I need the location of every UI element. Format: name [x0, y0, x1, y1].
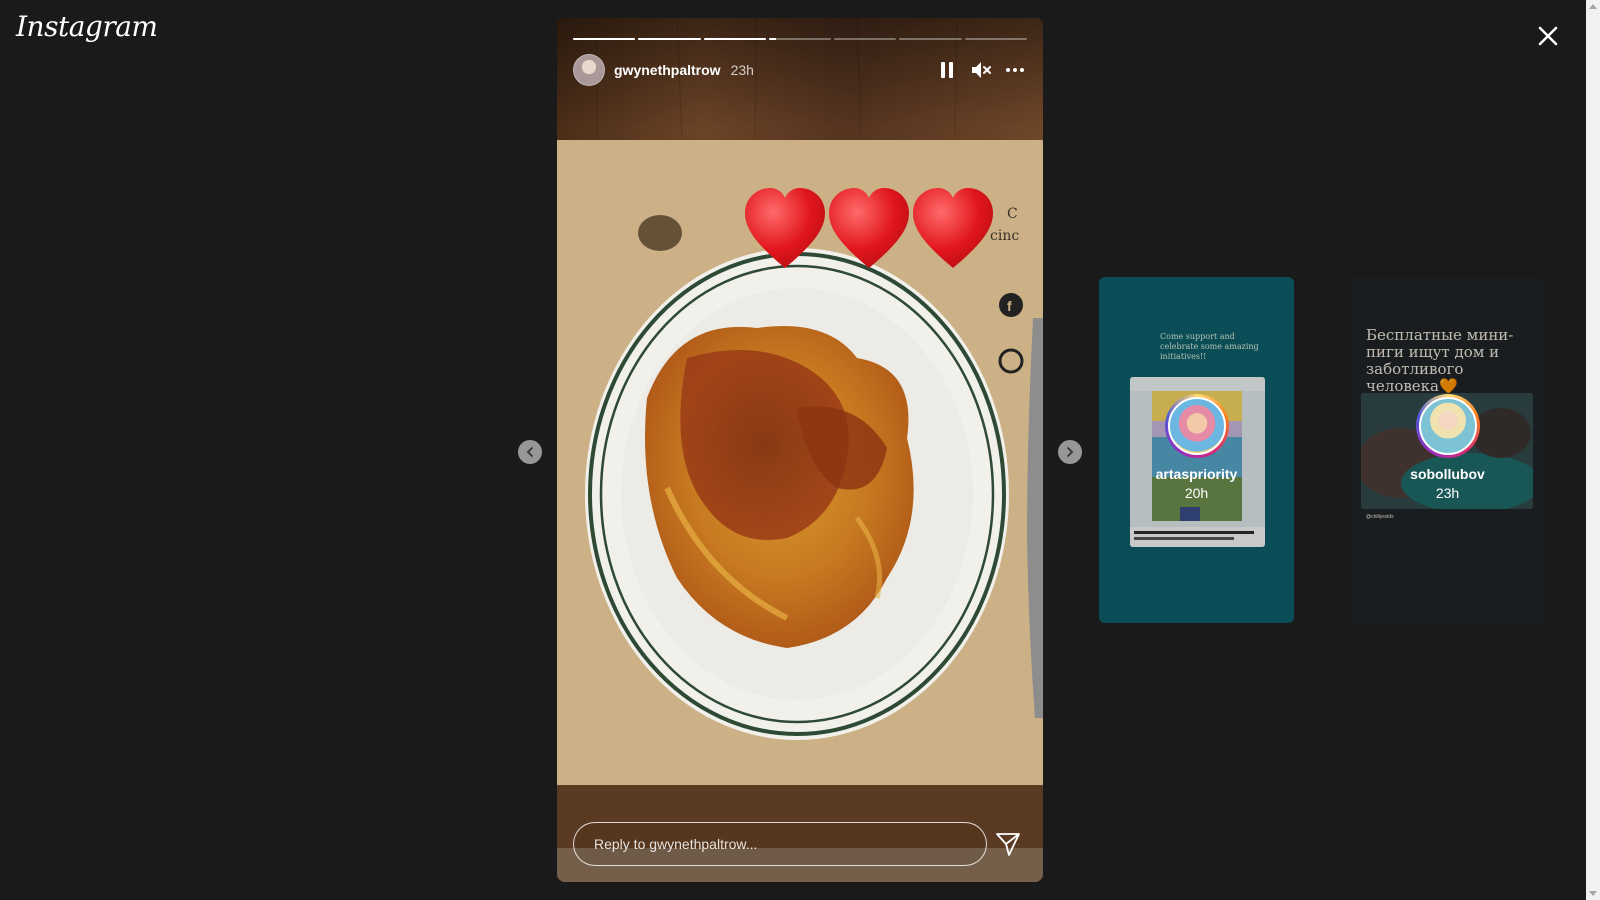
progress-segment-fill	[638, 38, 701, 40]
story-timestamp: 23h	[730, 62, 754, 78]
progress-segment	[899, 38, 962, 40]
story-header: gwynethpaltrow 23h	[573, 54, 1027, 86]
send-icon[interactable]	[994, 830, 1022, 858]
close-icon[interactable]	[1532, 20, 1564, 52]
reply-placeholder: Reply to gwynethpaltrow...	[594, 836, 758, 852]
progress-segment-fill	[768, 38, 777, 40]
progress-segment	[768, 38, 832, 40]
page-scrollbar[interactable]	[1586, 0, 1600, 900]
progress-segment	[638, 38, 701, 40]
progress-segment	[834, 38, 897, 40]
story-preview-sobollubov[interactable]: Бесплатные мини-пиги ищут дом и заботлив…	[1350, 277, 1545, 623]
instagram-logo[interactable]: Instagram	[16, 10, 158, 43]
scroll-up-arrow[interactable]	[1589, 4, 1597, 9]
svg-text:f: f	[1007, 298, 1012, 314]
progress-segment-fill	[573, 38, 636, 40]
more-options-icon[interactable]	[1003, 58, 1027, 82]
avatar	[1165, 394, 1229, 458]
avatar	[1416, 394, 1480, 458]
pause-icon[interactable]	[935, 58, 959, 82]
preview-username: sobollubov	[1410, 466, 1485, 482]
story-progress-bar	[573, 38, 1027, 40]
chevron-left-icon	[526, 447, 533, 457]
progress-segment-fill	[703, 38, 766, 40]
heart-sticker	[829, 188, 909, 268]
heart-stickers	[745, 188, 993, 268]
chevron-right-icon	[1067, 447, 1074, 457]
progress-segment	[573, 38, 636, 40]
story-viewer[interactable]: C cinc f gwynethpaltrow 23h Reply to gwy…	[557, 18, 1043, 882]
story-preview-artaspriority[interactable]: Come support and celebrate some amazing …	[1099, 277, 1294, 623]
muted-speaker-icon[interactable]	[969, 58, 993, 82]
preview-timestamp: 20h	[1184, 485, 1209, 501]
preview-timestamp: 23h	[1435, 485, 1460, 501]
svg-text:C: C	[1007, 206, 1018, 222]
reply-input[interactable]: Reply to gwynethpaltrow...	[573, 822, 987, 866]
story-username[interactable]: gwynethpaltrow	[614, 62, 721, 78]
story-photo: C cinc f	[557, 18, 1043, 882]
heart-sticker	[745, 188, 825, 268]
heart-sticker	[913, 188, 993, 268]
progress-segment	[964, 38, 1027, 40]
progress-segment	[703, 38, 766, 40]
avatar[interactable]	[573, 54, 605, 86]
next-story-button[interactable]	[1058, 440, 1082, 464]
preview-username: artaspriority	[1155, 466, 1238, 482]
previous-story-button[interactable]	[518, 440, 542, 464]
scroll-down-arrow[interactable]	[1589, 891, 1597, 896]
